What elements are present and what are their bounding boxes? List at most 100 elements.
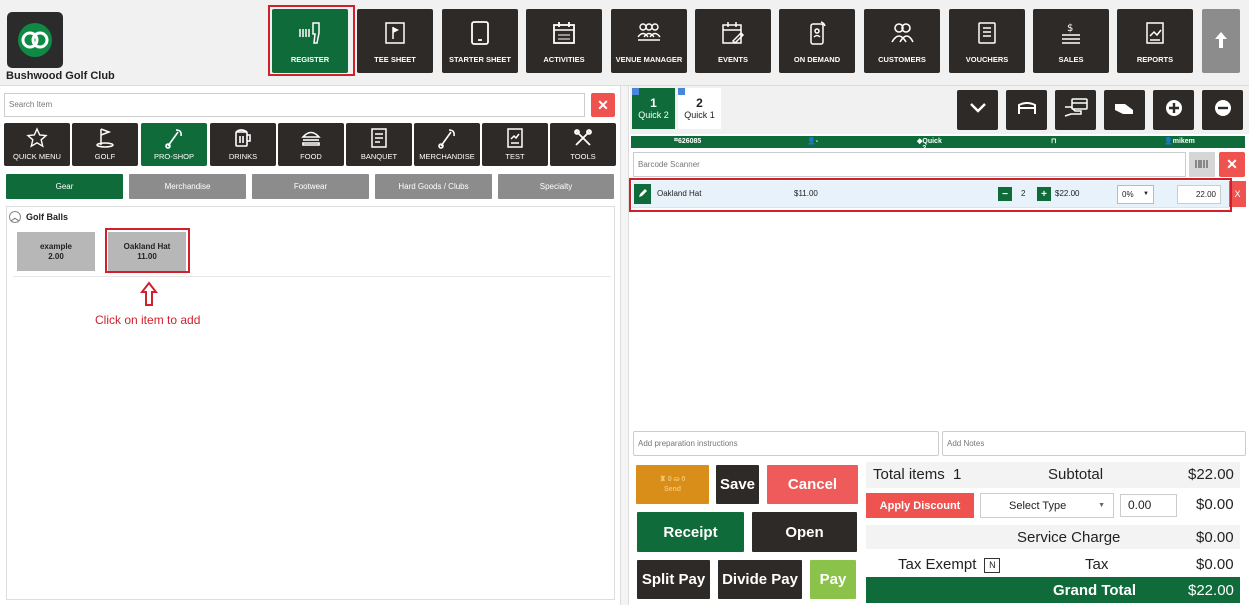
nav-on-demand-button[interactable]: ON DEMAND — [779, 9, 855, 73]
hand-card-icon — [1063, 97, 1089, 124]
drinks-icon — [210, 127, 276, 149]
clear-barcode-button[interactable]: ✕ — [1219, 152, 1245, 177]
minus-circle-icon — [1214, 99, 1232, 122]
tab-label: Quick 2 — [638, 109, 669, 120]
receipt-button[interactable]: Receipt — [637, 512, 744, 552]
voucher-icon — [949, 21, 1025, 45]
group-title: Golf Balls — [26, 212, 69, 222]
group-header[interactable]: ︿ Golf Balls — [9, 211, 68, 223]
subcategory-footwear[interactable]: Footwear — [252, 174, 369, 199]
subcategory-hard-goods[interactable]: Hard Goods / Clubs — [375, 174, 492, 199]
burger-icon — [278, 127, 344, 149]
discount-type-select[interactable]: Select Type ▼ — [980, 493, 1114, 518]
tax-exempt-toggle[interactable]: N — [984, 557, 1001, 573]
nav-label: SALES — [1058, 55, 1084, 64]
order-tab-quick-2[interactable]: 1 Quick 2 — [632, 88, 675, 129]
category-label: TOOLS — [570, 152, 596, 161]
order-info-bar: ⌗ 626085 👤 - ◆ Quick 2 ⊓ 👤 mikem — [631, 136, 1245, 152]
add-button[interactable] — [1153, 90, 1194, 130]
discount-value-input[interactable]: 0.00 — [1120, 494, 1177, 517]
divide-pay-button[interactable]: Divide Pay — [718, 560, 802, 599]
nav-reports-button[interactable]: REPORTS — [1117, 9, 1193, 73]
register-highlight-box — [268, 5, 355, 76]
item-name: example — [39, 241, 73, 251]
category-label: BANQUET — [360, 152, 398, 161]
subcategory-specialty[interactable]: Specialty — [498, 174, 614, 199]
category-label: QUICK MENU — [13, 152, 61, 161]
nav-label: VENUE MANAGER — [615, 55, 683, 64]
club-logo[interactable] — [7, 12, 63, 68]
notes-input[interactable]: Add Notes — [942, 431, 1246, 456]
nav-starter-sheet-button[interactable]: STARTER SHEET — [442, 9, 518, 73]
barcode-scanner-input[interactable]: Barcode Scanner — [633, 152, 1186, 177]
nav-activities-button[interactable]: ACTIVITIES — [526, 9, 602, 73]
scroll-up-button[interactable] — [1202, 9, 1240, 73]
category-label: FOOD — [300, 152, 322, 161]
nav-vouchers-button[interactable]: VOUCHERS — [949, 9, 1025, 73]
tax-value: $0.00 — [1196, 556, 1234, 573]
nav-label: ACTIVITIES — [543, 55, 585, 64]
category-golf[interactable]: GOLF — [72, 123, 138, 166]
item-highlight-box — [105, 228, 190, 273]
remove-button[interactable] — [1202, 90, 1243, 130]
subcategory-gear[interactable]: Gear — [6, 174, 123, 199]
subcategory-merchandise[interactable]: Merchandise — [129, 174, 246, 199]
total-items-value: 1 — [953, 466, 962, 483]
nav-tee-sheet-button[interactable]: TEE SHEET — [357, 9, 433, 73]
arrow-up-annotation-icon — [140, 281, 158, 306]
save-button[interactable]: Save — [716, 465, 759, 504]
category-test[interactable]: TEST — [482, 123, 548, 166]
golf-icon — [72, 127, 138, 149]
nav-label: EVENTS — [717, 55, 748, 64]
arrow-up-icon — [1202, 31, 1240, 49]
ticket-number: ⌗ 626085 — [674, 137, 702, 145]
category-merchandise[interactable]: MERCHANDISE — [414, 123, 480, 166]
category-tools[interactable]: TOOLS — [550, 123, 616, 166]
logo-icon — [18, 23, 52, 57]
category-drinks[interactable]: DRINKS — [210, 123, 276, 166]
merchandise-icon — [414, 127, 480, 149]
tax-label: Tax — [1085, 556, 1109, 573]
tab-label: Quick 1 — [684, 109, 715, 120]
apply-discount-button[interactable]: Apply Discount — [866, 493, 974, 518]
hand-payment-button[interactable] — [1104, 90, 1145, 130]
cancel-button[interactable]: Cancel — [767, 465, 858, 504]
split-pay-button[interactable]: Split Pay — [637, 560, 710, 599]
category-banquet[interactable]: BANQUET — [346, 123, 412, 166]
nav-label: CUSTOMERS — [878, 55, 926, 64]
category-food[interactable]: FOOD — [278, 123, 344, 166]
panel-splitter[interactable] — [620, 86, 629, 605]
banquet-icon — [346, 127, 412, 149]
item-tile-example[interactable]: example 2.00 — [17, 232, 95, 271]
expand-button[interactable] — [957, 90, 998, 130]
prep-instructions-input[interactable]: Add preparation instructions — [633, 431, 939, 456]
close-icon: ✕ — [597, 96, 609, 113]
order-tab-quick-1[interactable]: 2 Quick 1 — [678, 88, 721, 129]
nav-label: STARTER SHEET — [449, 55, 511, 64]
sales-icon: $ — [1033, 21, 1109, 47]
payment-hand-button[interactable] — [1055, 90, 1096, 130]
category-quick-menu[interactable]: QUICK MENU — [4, 123, 70, 166]
mobile-icon — [779, 21, 855, 45]
open-button[interactable]: Open — [752, 512, 857, 552]
nav-events-button[interactable]: EVENTS — [695, 9, 771, 73]
send-button[interactable]: ♜ 0 ⛀ 0 Send — [636, 465, 709, 504]
search-item-input[interactable]: Search Item — [4, 93, 585, 117]
tools-icon — [550, 127, 616, 149]
nav-customers-button[interactable]: CUSTOMERS — [864, 9, 940, 73]
collapse-icon: ︿ — [9, 211, 21, 223]
item-price: 2.00 — [48, 251, 64, 261]
nav-venue-manager-button[interactable]: VENUE MANAGER — [611, 9, 687, 73]
nav-sales-button[interactable]: $ SALES — [1033, 9, 1109, 73]
tab-marker — [632, 88, 639, 95]
barcode-button[interactable] — [1189, 152, 1215, 177]
clear-search-button[interactable]: ✕ — [591, 93, 615, 117]
send-label: Send — [663, 485, 682, 493]
category-pro-shop[interactable]: PRO-SHOP — [141, 123, 207, 166]
customer-field[interactable]: 👤 - — [807, 137, 818, 145]
table-button[interactable] — [1006, 90, 1047, 130]
calendar-icon — [526, 21, 602, 45]
pay-button[interactable]: Pay — [810, 560, 856, 599]
test-icon — [482, 127, 548, 149]
grand-total-value: $22.00 — [1188, 582, 1234, 599]
